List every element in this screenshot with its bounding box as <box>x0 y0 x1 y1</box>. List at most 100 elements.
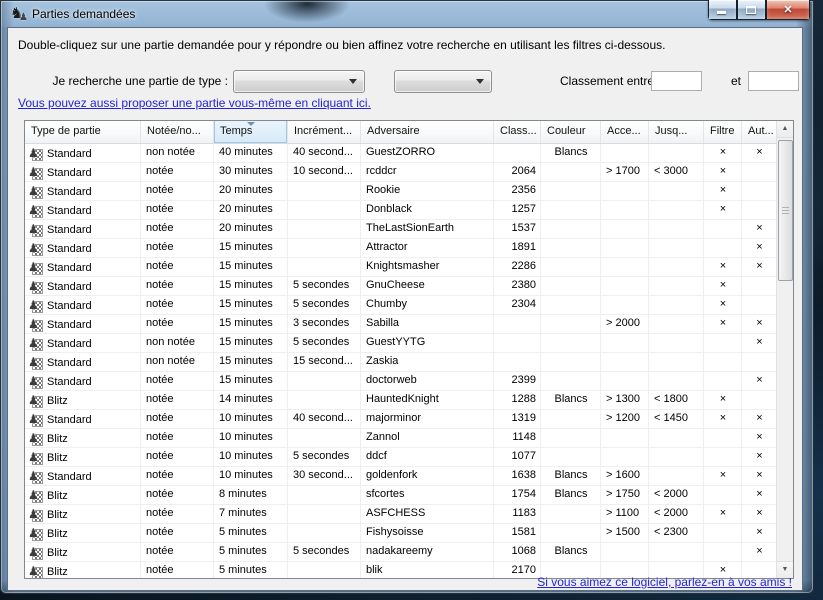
minimize-button[interactable] <box>708 0 737 20</box>
column-header-type[interactable]: Type de partie <box>25 121 141 143</box>
game-type-value: Standard <box>47 338 92 350</box>
game-type-value: Blitz <box>47 566 68 578</box>
table-row[interactable]: ♟Standardnon notée40 minutes40 second...… <box>25 144 793 163</box>
cell-time: 5 minutes <box>214 562 288 579</box>
cell-time: 5 minutes <box>214 524 288 542</box>
cell-accept: > 2000 <box>601 315 649 333</box>
column-header-auto[interactable]: Aut... <box>742 121 777 143</box>
close-button[interactable]: ✕ <box>766 0 810 20</box>
table-row[interactable]: ♟Standardnotée15 minutes3 secondesSabill… <box>25 315 793 334</box>
cell-rating: 2064 <box>494 163 541 181</box>
tell-friends-link[interactable]: Si vous aimez ce logiciel, parlez-en à v… <box>537 575 792 589</box>
cell-rated: notée <box>141 296 214 314</box>
cell-type: ♟Blitz <box>25 391 141 409</box>
table-row[interactable]: ♟Blitznotée5 minutes5 secondesnadakareem… <box>25 543 793 562</box>
column-header-accept[interactable]: Acce... <box>601 121 649 143</box>
cell-filter: × <box>704 277 742 295</box>
cell-color <box>541 505 601 523</box>
cell-until: < 3000 <box>649 163 704 181</box>
cell-filter: × <box>704 163 742 181</box>
cell-auto: × <box>742 429 777 447</box>
table-row[interactable]: ♟Blitznotée5 minutesFishysoisse1581> 150… <box>25 524 793 543</box>
cell-rated: notée <box>141 315 214 333</box>
column-header-color[interactable]: Couleur <box>541 121 601 143</box>
rating-min-input[interactable] <box>651 71 702 91</box>
game-type-select[interactable] <box>233 70 365 93</box>
table-row[interactable]: ♟Standardnotée15 minutes5 secondesChumby… <box>25 296 793 315</box>
dialog-client-area: Double-cliquez sur une partie demandée p… <box>8 28 802 590</box>
rating-between-label: Classement entre <box>560 74 654 88</box>
column-header-increment[interactable]: Incrément... <box>288 121 361 143</box>
cell-type: ♟Standard <box>25 315 141 333</box>
cell-type: ♟Standard <box>25 163 141 181</box>
table-row[interactable]: ♟Blitznotée14 minutesHauntedKnight1288Bl… <box>25 391 793 410</box>
table-row[interactable]: ♟Standardnotée10 minutes30 second...gold… <box>25 467 793 486</box>
cell-rating: 2304 <box>494 296 541 314</box>
games-listview[interactable]: Type de partieNotée/no...TempsIncrément.… <box>24 120 794 579</box>
chess-pawn-board-icon: ♟ <box>28 414 44 427</box>
cell-increment: 5 secondes <box>288 448 361 466</box>
cell-increment <box>288 524 361 542</box>
cell-until <box>649 277 704 295</box>
table-row[interactable]: ♟Standardnotée20 minutesDonblack1257× <box>25 201 793 220</box>
chess-pawn-board-icon: ♟ <box>28 528 44 541</box>
chess-pawn-board-icon: ♟ <box>28 452 44 465</box>
table-row[interactable]: ♟Blitznotée10 minutesZannol1148× <box>25 429 793 448</box>
cell-increment <box>288 182 361 200</box>
game-type-value: Blitz <box>47 509 68 521</box>
cell-opponent: goldenfork <box>361 467 494 485</box>
cell-opponent: majorminor <box>361 410 494 428</box>
cell-accept <box>601 448 649 466</box>
cell-rated: non notée <box>141 353 214 371</box>
column-header-time[interactable]: Temps <box>214 121 288 143</box>
table-row[interactable]: ♟Blitznotée7 minutesASFCHESS1183> 1100< … <box>25 505 793 524</box>
rating-max-input[interactable] <box>748 71 799 91</box>
cell-type: ♟Standard <box>25 467 141 485</box>
maximize-button[interactable] <box>737 0 766 20</box>
cell-opponent: GuestZORRO <box>361 144 494 162</box>
table-row[interactable]: ♟Standardnotée15 minutes5 secondesGnuChe… <box>25 277 793 296</box>
scrollbar-thumb[interactable] <box>778 140 793 281</box>
column-header-filter[interactable]: Filtre <box>704 121 742 143</box>
chess-pawn-board-icon: ♟ <box>28 300 44 313</box>
table-row[interactable]: ♟Standardnotée15 minutesdoctorweb2399× <box>25 372 793 391</box>
table-row[interactable]: ♟Standardnotée15 minutesKnightsmasher228… <box>25 258 793 277</box>
game-type-value: Standard <box>47 300 92 312</box>
table-row[interactable]: ♟Standardnotée20 minutesRookie2356× <box>25 182 793 201</box>
cell-auto: × <box>742 315 777 333</box>
cell-auto: × <box>742 467 777 485</box>
table-row[interactable]: ♟Blitznotée10 minutes5 secondesddcf1077× <box>25 448 793 467</box>
cell-auto: × <box>742 410 777 428</box>
cell-rated: notée <box>141 524 214 542</box>
cell-auto: × <box>742 505 777 523</box>
cell-until <box>649 353 704 371</box>
column-header-rated[interactable]: Notée/no... <box>141 121 214 143</box>
table-row[interactable]: ♟Standardnotée30 minutes10 second...rcdd… <box>25 163 793 182</box>
cell-accept <box>601 239 649 257</box>
cell-auto: × <box>742 543 777 561</box>
column-header-opponent[interactable]: Adversaire <box>361 121 494 143</box>
column-header-label: Filtre <box>710 125 734 137</box>
parties-demandees-window: ♞♟ Parties demandées ✕ Double-cliquez su… <box>0 0 814 594</box>
cell-accept: > 1500 <box>601 524 649 542</box>
scroll-down-button[interactable]: ▼ <box>777 561 793 578</box>
game-type-value: Standard <box>47 414 92 426</box>
table-row[interactable]: ♟Standardnon notée15 minutes15 second...… <box>25 353 793 372</box>
cell-rated: non notée <box>141 334 214 352</box>
cell-rating: 1754 <box>494 486 541 504</box>
column-header-rating[interactable]: Class... <box>494 121 541 143</box>
table-row[interactable]: ♟Standardnotée20 minutesTheLastSionEarth… <box>25 220 793 239</box>
table-row[interactable]: ♟Standardnotée15 minutesAttractor1891× <box>25 239 793 258</box>
propose-game-link[interactable]: Vous pouvez aussi proposer une partie vo… <box>18 96 371 110</box>
vertical-scrollbar[interactable]: ▲ ▼ <box>776 121 793 578</box>
cell-time: 15 minutes <box>214 353 288 371</box>
game-subtype-select[interactable] <box>394 70 492 93</box>
title-bar[interactable]: ♞♟ Parties demandées ✕ <box>0 0 814 28</box>
cell-until <box>649 334 704 352</box>
table-row[interactable]: ♟Blitznotée8 minutessfcortes1754Blancs> … <box>25 486 793 505</box>
cell-color: Blancs <box>541 391 601 409</box>
table-row[interactable]: ♟Standardnon notée15 minutes5 secondesGu… <box>25 334 793 353</box>
scroll-up-button[interactable]: ▲ <box>777 121 793 138</box>
column-header-until[interactable]: Jusq... <box>649 121 704 143</box>
table-row[interactable]: ♟Standardnotée10 minutes40 second...majo… <box>25 410 793 429</box>
